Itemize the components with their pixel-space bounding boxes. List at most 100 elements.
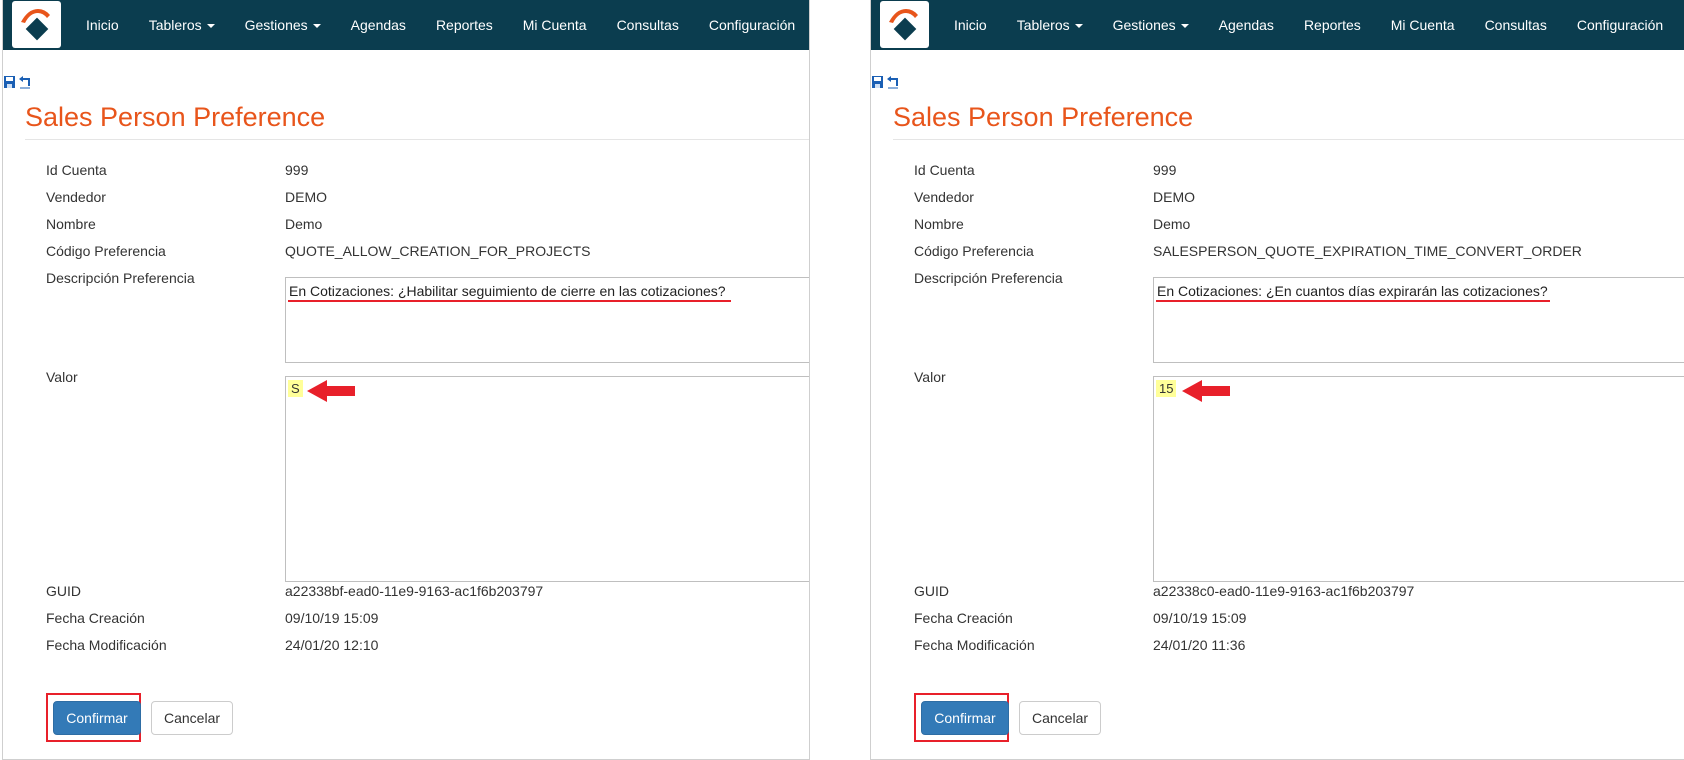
guid-label: GUID (46, 583, 81, 599)
caret-down-icon (1074, 24, 1083, 28)
nav-agendas[interactable]: Agendas (336, 17, 421, 33)
caret-down-icon (1180, 24, 1189, 28)
nav-consultas-label: Consultas (1484, 17, 1547, 33)
nav-mi-cuenta[interactable]: Mi Cuenta (508, 17, 602, 33)
caret-down-icon (206, 24, 215, 28)
nav-mi-cuenta-label: Mi Cuenta (1390, 17, 1455, 33)
descripcion-preferencia-text: En Cotizaciones: ¿En cuantos días expira… (1157, 283, 1548, 299)
codigo-preferencia-label: Código Preferencia (46, 243, 166, 259)
navbar: Inicio Tableros Gestiones Agendas Report… (3, 0, 809, 50)
fecha-creacion-label: Fecha Creación (914, 610, 1013, 626)
nav-tableros[interactable]: Tableros (1002, 17, 1098, 33)
nav-configuracion-label: Configuración (708, 17, 796, 33)
id-cuenta-label: Id Cuenta (914, 162, 975, 178)
nav-gestiones-label: Gestiones (1112, 17, 1176, 33)
nav-reportes[interactable]: Reportes (421, 17, 508, 33)
valor-label: Valor (46, 369, 78, 385)
nav-inicio[interactable]: Inicio (71, 17, 134, 33)
nombre-label: Nombre (914, 216, 964, 232)
fecha-creacion-label: Fecha Creación (46, 610, 145, 626)
id-cuenta-label: Id Cuenta (46, 162, 107, 178)
title-divider (25, 139, 809, 140)
nav-inicio-label: Inicio (86, 17, 119, 33)
nombre-label: Nombre (46, 216, 96, 232)
screenshot-panel-right: Inicio Tableros Gestiones Agendas Report… (870, 0, 1684, 760)
id-cuenta-value: 999 (1153, 162, 1177, 178)
title-divider (893, 139, 1684, 140)
nav-mi-cuenta[interactable]: Mi Cuenta (1376, 17, 1470, 33)
save-icon[interactable] (871, 74, 885, 90)
nav-consultas-label: Consultas (616, 17, 679, 33)
confirm-button[interactable]: Confirmar (53, 701, 141, 735)
descripcion-preferencia-label: Descripción Preferencia (914, 270, 1063, 286)
nav-configuracion[interactable]: Configuración (1562, 17, 1678, 33)
red-arrow-icon (307, 380, 355, 402)
descripcion-preferencia-textarea[interactable]: En Cotizaciones: ¿En cuantos días expira… (1153, 277, 1684, 363)
valor-text: 15 (1156, 380, 1177, 397)
guid-value: a22338bf-ead0-11e9-9163-ac1f6b203797 (285, 583, 544, 599)
page-title: Sales Person Preference (893, 102, 1194, 132)
codigo-preferencia-value: QUOTE_ALLOW_CREATION_FOR_PROJECTS (285, 243, 591, 259)
nav-gestiones[interactable]: Gestiones (230, 17, 336, 33)
red-underline-annotation (1156, 300, 1550, 302)
descripcion-preferencia-textarea[interactable]: En Cotizaciones: ¿Habilitar seguimiento … (285, 277, 809, 363)
nav-inicio[interactable]: Inicio (939, 17, 1002, 33)
valor-label: Valor (914, 369, 946, 385)
nav-gestiones[interactable]: Gestiones (1098, 17, 1204, 33)
valor-textarea[interactable]: 15 (1153, 376, 1684, 582)
nav-reportes[interactable]: Reportes (1289, 17, 1376, 33)
codigo-preferencia-value: SALESPERSON_QUOTE_EXPIRATION_TIME_CONVER… (1153, 243, 1582, 259)
valor-textarea[interactable]: S (285, 376, 809, 582)
nombre-value: Demo (1153, 216, 1191, 232)
app-logo[interactable] (12, 1, 61, 48)
fecha-modificacion-value: 24/01/20 12:10 (285, 637, 379, 653)
cancel-button[interactable]: Cancelar (151, 701, 233, 735)
navbar: Inicio Tableros Gestiones Agendas Report… (871, 0, 1684, 50)
red-underline-annotation (288, 300, 731, 302)
fecha-modificacion-label: Fecha Modificación (914, 637, 1035, 653)
nav-configuracion[interactable]: Configuración (694, 17, 809, 33)
undo-icon[interactable] (886, 74, 900, 90)
red-arrow-icon (1182, 380, 1230, 402)
guid-value: a22338c0-ead0-11e9-9163-ac1f6b203797 (1153, 583, 1415, 599)
fecha-modificacion-label: Fecha Modificación (46, 637, 167, 653)
confirm-button[interactable]: Confirmar (921, 701, 1009, 735)
fecha-modificacion-value: 24/01/20 11:36 (1153, 637, 1246, 653)
codigo-preferencia-label: Código Preferencia (914, 243, 1034, 259)
app-logo[interactable] (880, 1, 929, 48)
guid-label: GUID (914, 583, 949, 599)
valor-text: S (288, 380, 303, 397)
vendedor-value: DEMO (285, 189, 327, 205)
save-icon[interactable] (3, 74, 17, 90)
caret-down-icon (312, 24, 321, 28)
descripcion-preferencia-label: Descripción Preferencia (46, 270, 195, 286)
nav-tableros[interactable]: Tableros (134, 17, 230, 33)
id-cuenta-value: 999 (285, 162, 309, 178)
nav-gestiones-label: Gestiones (244, 17, 308, 33)
nav-inicio-label: Inicio (954, 17, 987, 33)
undo-icon[interactable] (18, 74, 32, 90)
logo-icon (21, 9, 50, 41)
vendedor-label: Vendedor (46, 189, 106, 205)
nav-agendas-label: Agendas (1218, 17, 1274, 33)
toolbar (3, 74, 33, 90)
main-nav: Inicio Tableros Gestiones Agendas Report… (939, 0, 1678, 50)
nombre-value: Demo (285, 216, 323, 232)
screenshot-panel-left: Inicio Tableros Gestiones Agendas Report… (2, 0, 810, 760)
nav-mi-cuenta-label: Mi Cuenta (522, 17, 587, 33)
nav-tableros-label: Tableros (1016, 17, 1070, 33)
nav-consultas[interactable]: Consultas (1470, 17, 1562, 33)
descripcion-preferencia-text: En Cotizaciones: ¿Habilitar seguimiento … (289, 283, 726, 299)
vendedor-label: Vendedor (914, 189, 974, 205)
nav-reportes-label: Reportes (435, 17, 493, 33)
nav-agendas-label: Agendas (350, 17, 406, 33)
nav-agendas[interactable]: Agendas (1204, 17, 1289, 33)
fecha-creacion-value: 09/10/19 15:09 (1153, 610, 1247, 626)
page-title: Sales Person Preference (25, 102, 326, 132)
toolbar (871, 74, 901, 90)
cancel-button[interactable]: Cancelar (1019, 701, 1101, 735)
nav-configuracion-label: Configuración (1576, 17, 1664, 33)
nav-tableros-label: Tableros (148, 17, 202, 33)
nav-consultas[interactable]: Consultas (602, 17, 694, 33)
vendedor-value: DEMO (1153, 189, 1195, 205)
